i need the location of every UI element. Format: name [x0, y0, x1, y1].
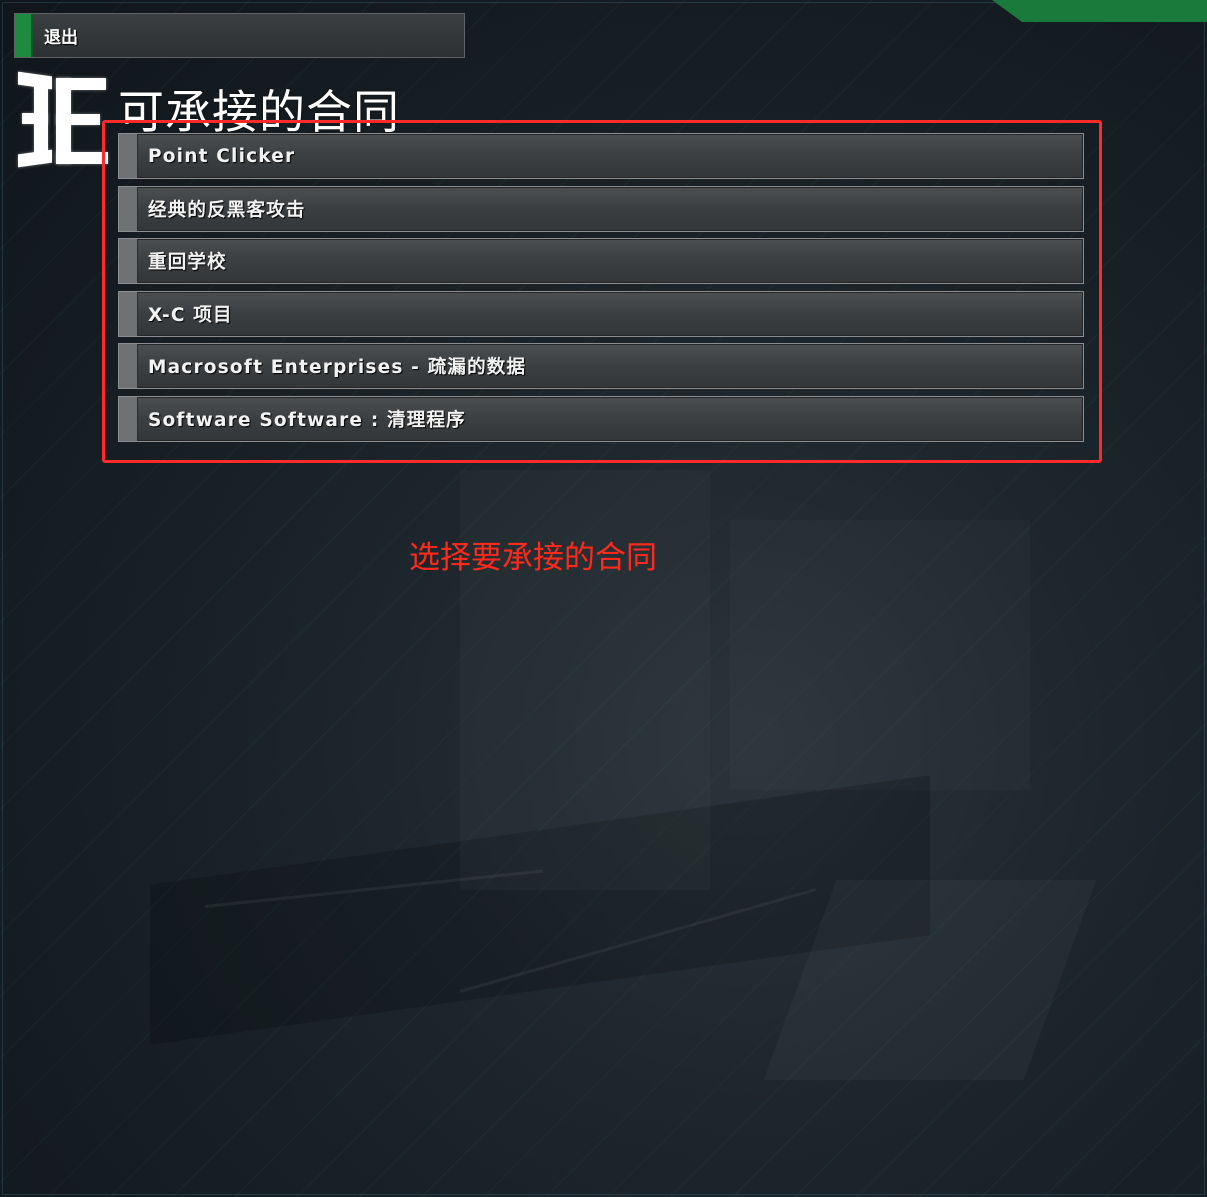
- corner-accent: [992, 0, 1207, 22]
- contract-item-label: Software Software : 清理程序: [148, 409, 466, 431]
- contract-item-xc-project[interactable]: X-C 项目: [118, 290, 1084, 337]
- background-wall: [730, 520, 1030, 790]
- contract-item-back-to-school[interactable]: 重回学校: [118, 238, 1084, 284]
- annotation-text: 选择要承接的合同: [409, 540, 657, 576]
- contract-item-accent: [119, 239, 138, 283]
- contract-item-label: Macrosoft Enterprises - 疏漏的数据: [148, 357, 527, 378]
- contract-item-label: Point Clicker: [148, 145, 296, 167]
- contract-list: Point Clicker 经典的反黑客攻击 重回学校 X-C 项目 Macro…: [118, 133, 1084, 448]
- contract-item-macrosoft[interactable]: Macrosoft Enterprises - 疏漏的数据: [118, 343, 1084, 389]
- contract-item-accent: [119, 186, 138, 231]
- contract-item-label: 重回学校: [148, 252, 227, 273]
- exit-button-label: 退出: [44, 28, 78, 48]
- contract-item-label: X-C 项目: [148, 304, 233, 326]
- contract-item-label: 经典的反黑客攻击: [148, 199, 306, 221]
- contract-item-accent: [119, 291, 138, 336]
- contract-item-accent: [119, 396, 138, 441]
- contract-item-point-clicker[interactable]: Point Clicker: [118, 133, 1084, 179]
- game-screen: 退出 可承接的合同 Point Clicker 经典的反黑客攻击 重回学校 X-…: [0, 0, 1207, 1197]
- contract-item-accent: [119, 134, 138, 178]
- contract-item-accent: [119, 344, 138, 388]
- exit-button[interactable]: 退出: [14, 13, 465, 58]
- hacknet-3e-logo-icon: [14, 71, 114, 168]
- contract-item-software-software[interactable]: Software Software : 清理程序: [118, 395, 1084, 442]
- exit-button-accent: [15, 14, 33, 57]
- contract-item-classic-antihack[interactable]: 经典的反黑客攻击: [118, 185, 1084, 232]
